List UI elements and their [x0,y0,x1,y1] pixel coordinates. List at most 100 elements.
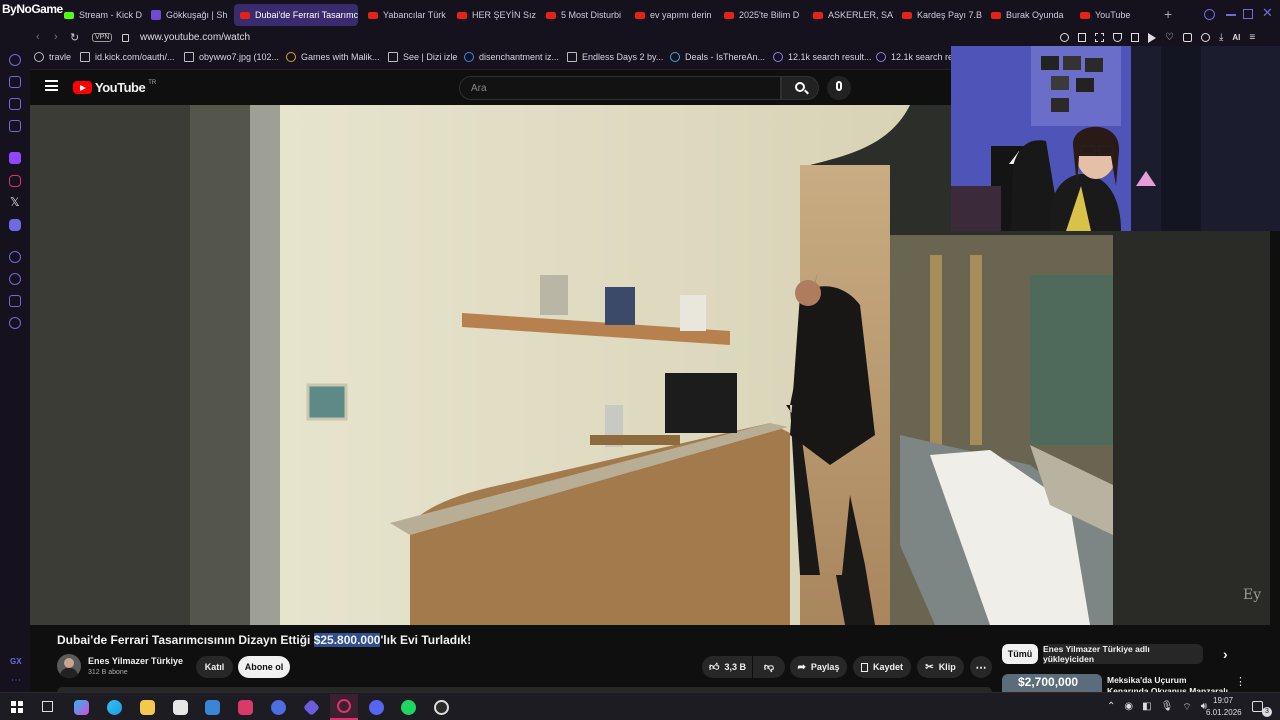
play-icon[interactable] [1148,33,1156,43]
copilot-icon[interactable] [74,700,89,715]
microphone-icon[interactable]: 🎙︎ [1161,701,1174,714]
tab-ev-yapimi[interactable]: ev yapımı derin [629,4,715,26]
heart-icon[interactable]: ♡ [1165,33,1174,43]
more-actions-button[interactable]: ⋯ [970,656,992,678]
tab-dubai-ferrari[interactable]: Dubai'de Ferrari Tasarımc [234,4,358,26]
recommended-video-thumbnail[interactable]: $2,700,000 [1002,674,1102,692]
bookmark-kick-oauth[interactable]: id.kick.com/oauth/... [80,52,175,62]
new-tab-button[interactable]: + [1164,7,1172,21]
bookmark-games-malik[interactable]: Games with Malik... [286,52,380,62]
bookmark-disenchantment[interactable]: disenchantment iz... [464,52,559,62]
tab-gokkusagi[interactable]: Gökkuşağı | Sh [145,4,230,26]
history-icon[interactable] [9,54,21,66]
search-button[interactable] [781,76,819,100]
screenshot-icon[interactable] [1095,33,1104,42]
chip-all[interactable]: Tümü [1002,644,1038,664]
task-view-icon[interactable] [42,701,53,712]
close-icon[interactable]: ✕ [1262,5,1273,21]
x-icon[interactable]: 𝕏 [10,195,20,209]
tab-askerler[interactable]: ASKERLER, SAV [807,4,893,26]
tab-her-seyin[interactable]: HER ŞEYİN Sız [451,4,537,26]
channel-avatar[interactable] [57,654,81,678]
tab-burak-oyunda[interactable]: Burak Oyunda [985,4,1071,26]
bookmark-search-results-2[interactable]: 12.1k search resu [876,52,963,62]
subscribe-button[interactable]: Abone ol [238,656,290,678]
search-input[interactable]: Ara [459,76,781,100]
pin-icon[interactable] [1078,33,1086,42]
discord-icon[interactable] [369,700,384,715]
bookmark-endless-days[interactable]: Endless Days 2 by... [567,52,663,62]
messenger-icon[interactable] [9,98,21,110]
clip-button[interactable]: ✂ Klip [917,656,964,678]
zoom-icon[interactable] [1060,33,1069,42]
bookmark-dizi-izle[interactable]: See | Dizi izle [388,52,457,62]
minimize-icon[interactable] [1226,14,1236,16]
save-button[interactable]: Kaydet [853,656,911,678]
cube-icon[interactable] [9,295,21,307]
join-button[interactable]: Katıl [196,656,233,678]
like-button[interactable]: 👍︎ 3,3 B [702,656,752,678]
clock-time[interactable]: 19:07 [1213,696,1233,705]
settings-icon[interactable] [9,317,21,329]
bookmark-travle[interactable]: travle [34,52,71,62]
search-tabs-icon[interactable] [1204,9,1215,20]
edge-icon[interactable] [107,700,122,715]
bookmark-search-results-1[interactable]: 12.1k search result... [773,52,872,62]
obs-icon[interactable] [434,700,449,715]
home-icon[interactable] [9,76,21,88]
profile-icon[interactable] [1200,33,1210,42]
network-icon[interactable]: ◧ [1142,701,1151,714]
app-diamond-icon[interactable] [303,699,320,716]
twitch-icon[interactable] [9,152,21,164]
tab-yabancilar[interactable]: Yabancılar Türk [362,4,448,26]
browser-logo[interactable]: ByNoGame [2,2,63,16]
m-icon[interactable] [9,120,21,132]
opera-gx-icon[interactable] [330,694,358,720]
back-icon[interactable]: ‹ [36,31,40,43]
discord-icon[interactable] [9,219,21,231]
forward-icon[interactable]: › [54,31,58,43]
more-icon[interactable]: ⋯ [11,675,21,686]
voice-search-button[interactable] [827,76,851,100]
ai-icon[interactable]: AI [1232,33,1240,43]
bookmark-jpg[interactable]: obywwo7.jpg (102... [184,52,279,62]
clock-icon[interactable] [9,273,21,285]
youtube-logo[interactable]: YouTube TR [73,80,156,95]
app-red-icon[interactable] [238,700,253,715]
chevron-right-icon[interactable]: › [1223,646,1228,662]
clock-date[interactable]: 6.01.2026 [1206,708,1242,717]
bookmark-deals[interactable]: Deals - IsThereAn... [670,52,765,62]
instagram-icon[interactable] [9,175,21,187]
tray-chevron-icon[interactable]: ⌃ [1107,701,1115,714]
player-icon[interactable] [9,251,21,263]
store-icon[interactable] [173,700,188,715]
reload-icon[interactable]: ↻ [70,31,79,44]
tab-kick-stream[interactable]: Stream - Kick D [58,4,144,26]
url-field[interactable]: www.youtube.com/watch [140,32,250,43]
hamburger-menu-icon[interactable] [45,80,58,91]
mail-icon[interactable] [205,700,220,715]
shield-icon[interactable] [1113,33,1122,42]
tab-bilim[interactable]: 2025'te Bilim D [718,4,804,26]
tray-app-icon[interactable]: ◉ [1124,701,1133,714]
spotify-icon[interactable] [401,700,416,715]
maximize-icon[interactable] [1243,9,1253,19]
app-blue-icon[interactable] [271,700,286,715]
bookmark-icon[interactable] [1131,33,1139,42]
tab-5-most[interactable]: 5 Most Disturbi [540,4,626,26]
tab-kardes-payi[interactable]: Kardeş Payı 7.B [896,4,982,26]
dislike-button[interactable]: 👎︎ [753,656,785,678]
menu-icon[interactable]: ≡ [1249,33,1255,43]
download-icon[interactable]: ⤓ [1219,33,1223,43]
share-button[interactable]: ➦ Paylaş [790,656,847,678]
chip-channel-uploads[interactable]: Enes Yilmazer Türkiye adlı yükleyiciden [1043,644,1203,664]
recommended-more-icon[interactable]: ⋮ [1235,675,1246,688]
gx-label[interactable]: GX [10,657,22,666]
wifi-icon[interactable]: ⌔ [1182,701,1191,714]
vpn-badge[interactable]: VPN [92,33,113,42]
recommended-video-title[interactable]: Meksika'da Uçurum Kenarında Okyanus Manz… [1107,675,1229,692]
windows-start-icon[interactable] [11,701,23,713]
tab-youtube[interactable]: YouTube [1074,4,1160,26]
channel-name[interactable]: Enes Yilmazer Türkiye [88,656,183,666]
extensions-icon[interactable] [1182,33,1192,42]
